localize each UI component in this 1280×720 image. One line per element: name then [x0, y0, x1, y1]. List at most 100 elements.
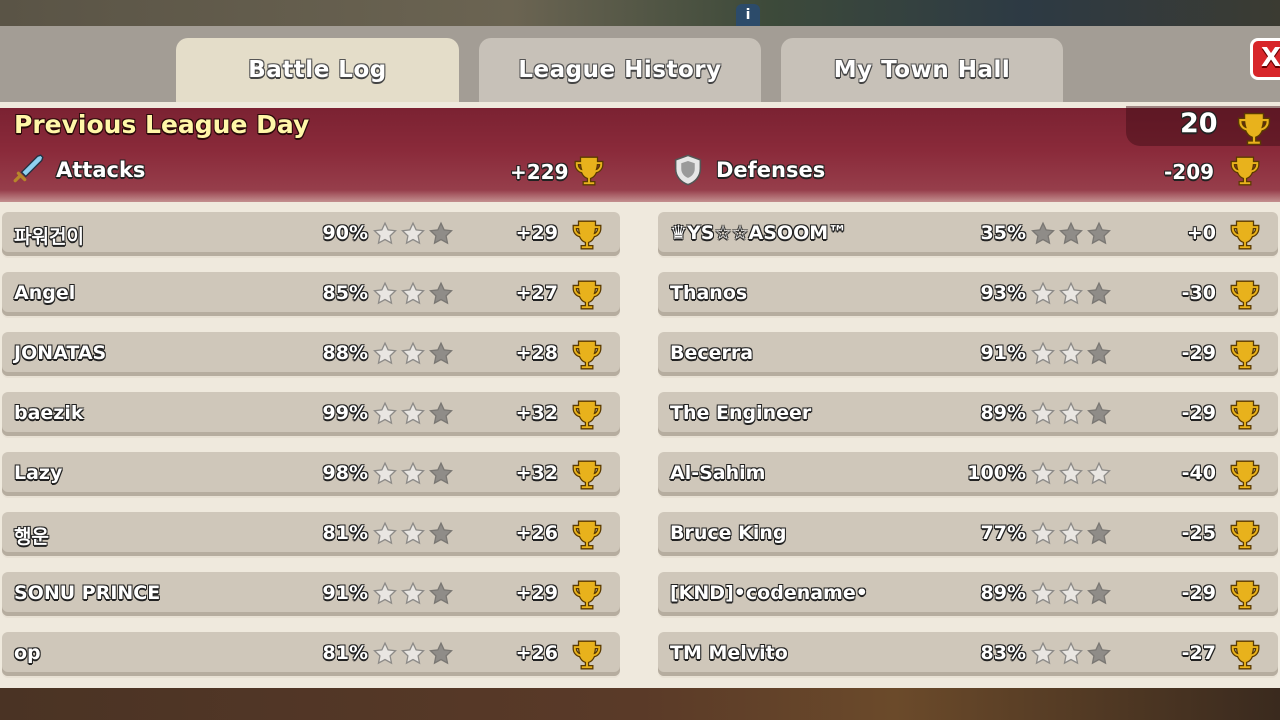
trophy-icon	[572, 640, 602, 670]
defense-destruction-percent: 93%	[980, 282, 1026, 304]
defense-row[interactable]: The Engineer 89% -29	[658, 392, 1278, 436]
star-filled-icon	[373, 521, 397, 545]
star-empty-icon	[429, 341, 453, 365]
tab-my-town-hall[interactable]: My Town Hall	[781, 38, 1063, 102]
star-filled-icon	[1031, 341, 1055, 365]
star-filled-icon	[401, 221, 425, 245]
attack-row[interactable]: baezik 99% +32	[2, 392, 620, 436]
star-filled-icon	[1031, 401, 1055, 425]
defense-player-name: TM Melvito	[670, 642, 788, 664]
defense-row[interactable]: TM Melvito 83% -27	[658, 632, 1278, 676]
star-empty-icon	[1031, 221, 1055, 245]
defense-row[interactable]: Bruce King 77% -25	[658, 512, 1278, 556]
star-empty-icon	[1059, 221, 1083, 245]
trophy-icon	[572, 460, 602, 490]
defense-player-name: Bruce King	[670, 522, 787, 544]
shield-icon	[674, 154, 702, 186]
star-filled-icon	[401, 521, 425, 545]
attack-row[interactable]: op 81% +26	[2, 632, 620, 676]
tab-battle-log[interactable]: Battle Log	[176, 38, 459, 102]
defense-destruction-percent: 89%	[980, 402, 1026, 424]
attack-trophy-change: +27	[515, 282, 558, 304]
star-filled-icon	[373, 581, 397, 605]
star-filled-icon	[1031, 521, 1055, 545]
star-filled-icon	[373, 281, 397, 305]
star-empty-icon	[1087, 401, 1111, 425]
attack-player-name: op	[14, 642, 41, 664]
attack-row[interactable]: 행운 81% +26	[2, 512, 620, 556]
star-rating	[372, 281, 454, 307]
tab-league-history[interactable]: League History	[479, 38, 761, 102]
defense-trophy-change: -29	[1181, 402, 1216, 424]
trophy-icon	[572, 400, 602, 430]
defenses-total: -209	[1164, 160, 1215, 184]
attack-destruction-percent: 99%	[322, 402, 368, 424]
star-filled-icon	[373, 221, 397, 245]
star-rating	[372, 581, 454, 607]
trophy-icon	[572, 280, 602, 310]
trophy-icon	[1230, 580, 1260, 610]
defense-trophy-change: +0	[1186, 222, 1216, 244]
trophy-icon	[1237, 112, 1271, 146]
star-filled-icon	[373, 401, 397, 425]
defense-row[interactable]: Becerra 91% -29	[658, 332, 1278, 376]
defense-trophy-change: -29	[1181, 342, 1216, 364]
star-filled-icon	[373, 341, 397, 365]
star-rating	[372, 641, 454, 667]
star-filled-icon	[1059, 461, 1083, 485]
close-button[interactable]: X	[1250, 38, 1280, 80]
attack-player-name: 파워건이	[14, 226, 84, 248]
star-rating	[372, 461, 454, 487]
trophy-icon	[572, 520, 602, 550]
attack-player-name: SONU PRINCE	[14, 582, 161, 604]
attack-row[interactable]: Lazy 98% +32	[2, 452, 620, 496]
trophy-icon	[1230, 520, 1260, 550]
battle-log-panel: Battle Log League History My Town Hall X…	[0, 26, 1280, 690]
attack-destruction-percent: 90%	[322, 222, 368, 244]
star-rating	[372, 521, 454, 547]
defense-trophy-change: -30	[1181, 282, 1216, 304]
defense-destruction-percent: 83%	[980, 642, 1026, 664]
tab-bar: Battle Log League History My Town Hall X	[0, 26, 1280, 102]
defense-row[interactable]: ♛YS☆☆ASOOM™ 35% +0	[658, 212, 1278, 256]
league-day-title: Previous League Day	[14, 110, 310, 139]
defense-trophy-change: -40	[1181, 462, 1216, 484]
star-filled-icon	[1059, 401, 1083, 425]
star-empty-icon	[1087, 581, 1111, 605]
trophy-icon	[574, 156, 604, 186]
defenses-label: Defenses	[716, 158, 826, 182]
star-filled-icon	[401, 341, 425, 365]
attack-player-name: Angel	[14, 282, 76, 304]
star-rating	[1030, 341, 1112, 367]
attack-row[interactable]: JONATAS 88% +28	[2, 332, 620, 376]
defense-row[interactable]: Thanos 93% -30	[658, 272, 1278, 316]
defense-row[interactable]: [KND]•codename• 89% -29	[658, 572, 1278, 616]
attacks-label: Attacks	[56, 158, 146, 182]
trophy-icon	[1230, 340, 1260, 370]
defense-destruction-percent: 77%	[980, 522, 1026, 544]
star-rating	[372, 401, 454, 427]
sword-icon	[13, 154, 44, 183]
defense-row[interactable]: Al-Sahim 100% -40	[658, 452, 1278, 496]
attack-trophy-change: +26	[515, 522, 558, 544]
star-empty-icon	[1087, 281, 1111, 305]
star-filled-icon	[1059, 641, 1083, 665]
defense-trophy-change: -25	[1181, 522, 1216, 544]
star-filled-icon	[401, 461, 425, 485]
trophy-icon	[1230, 156, 1260, 186]
game-scene-background	[0, 688, 1280, 720]
attack-destruction-percent: 88%	[322, 342, 368, 364]
star-rating	[1030, 581, 1112, 607]
star-empty-icon	[429, 221, 453, 245]
trophy-icon	[1230, 640, 1260, 670]
attack-row[interactable]: SONU PRINCE 91% +29	[2, 572, 620, 616]
attack-destruction-percent: 81%	[322, 642, 368, 664]
defense-trophy-change: -27	[1181, 642, 1216, 664]
attack-row[interactable]: 파워건이 90% +29	[2, 212, 620, 256]
defense-player-name: Becerra	[670, 342, 754, 364]
star-rating	[1030, 641, 1112, 667]
attack-row[interactable]: Angel 85% +27	[2, 272, 620, 316]
star-empty-icon	[1087, 341, 1111, 365]
attack-player-name: baezik	[14, 402, 84, 424]
star-empty-icon	[1087, 641, 1111, 665]
